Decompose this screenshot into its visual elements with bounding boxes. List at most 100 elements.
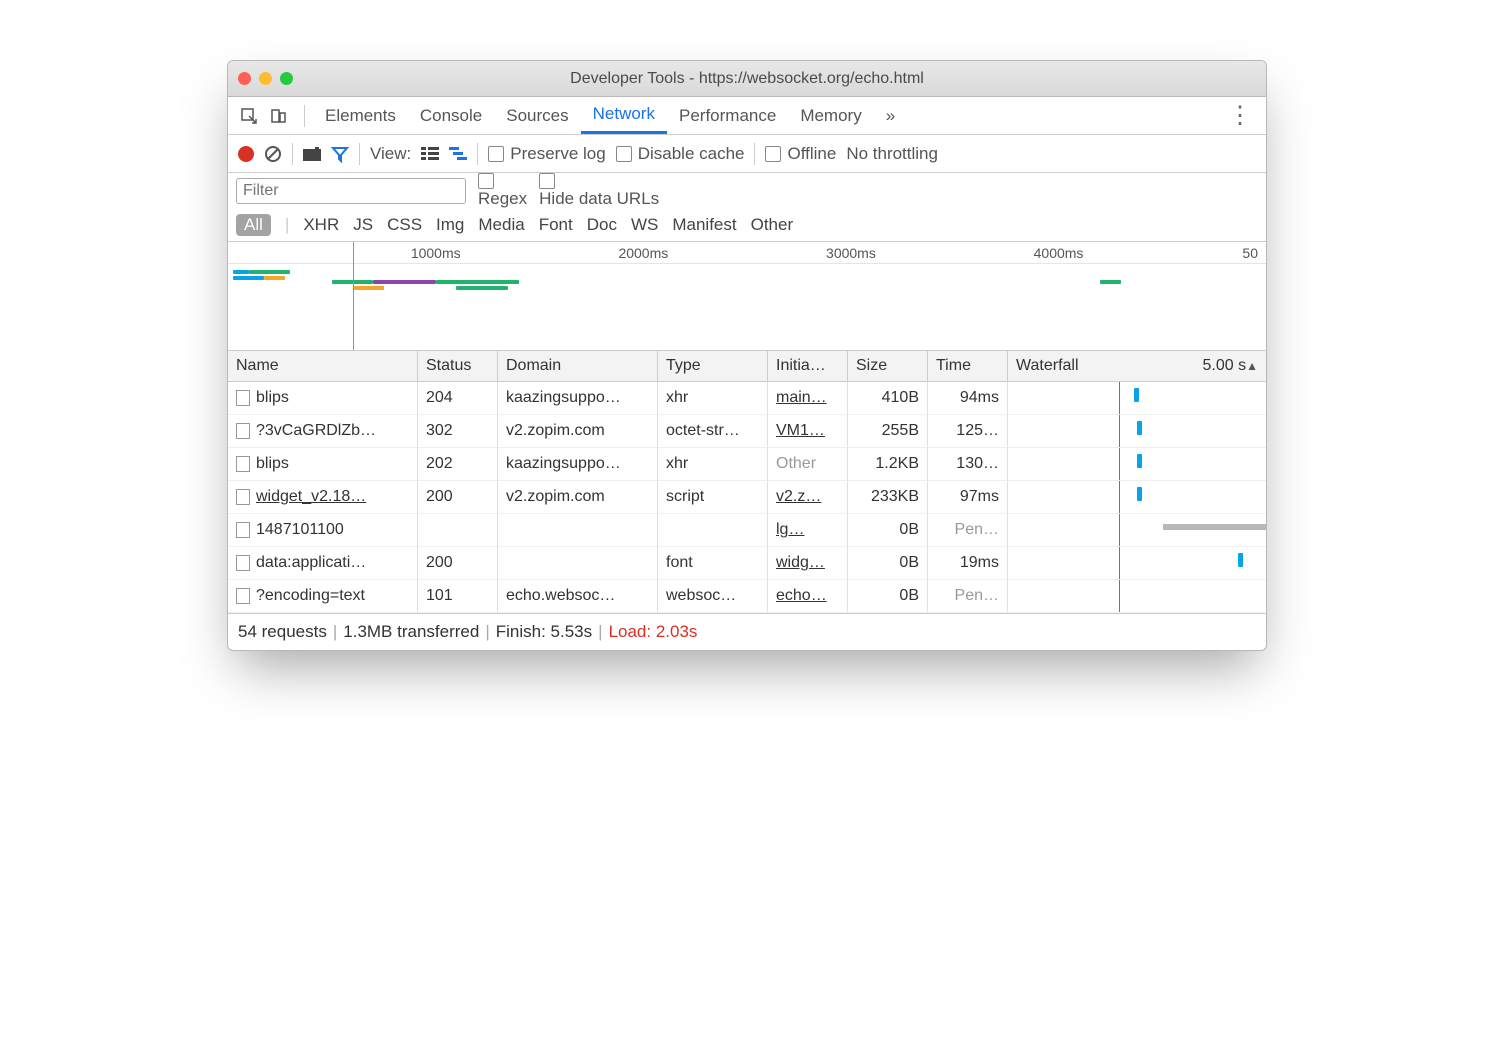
cell-initiator[interactable]: widg… (768, 547, 848, 580)
hide-data-urls-checkbox[interactable]: Hide data URLs (539, 173, 659, 209)
cell-status: 200 (418, 547, 498, 580)
checkbox-icon (488, 146, 504, 162)
device-toolbar-icon[interactable] (266, 103, 292, 129)
filter-doc[interactable]: Doc (587, 215, 617, 235)
cell-status (418, 514, 498, 547)
tab-network[interactable]: Network (581, 97, 667, 134)
cell-size: 1.2KB (848, 448, 928, 481)
offline-checkbox[interactable]: Offline (765, 144, 836, 164)
checkbox-icon (616, 146, 632, 162)
offline-label: Offline (787, 144, 836, 164)
type-filter-row: All | XHR JS CSS Img Media Font Doc WS M… (228, 209, 1266, 241)
filter-css[interactable]: CSS (387, 215, 422, 235)
col-domain[interactable]: Domain (498, 351, 658, 382)
filter-ws[interactable]: WS (631, 215, 658, 235)
filter-js[interactable]: JS (353, 215, 373, 235)
cell-domain: kaazingsuppo… (498, 448, 658, 481)
checkbox-icon (539, 173, 555, 189)
cell-time: 19ms (928, 547, 1008, 580)
titlebar: Developer Tools - https://websocket.org/… (228, 61, 1266, 97)
overview-playhead[interactable] (353, 242, 354, 350)
hide-data-urls-label: Hide data URLs (539, 189, 659, 208)
col-status[interactable]: Status (418, 351, 498, 382)
cell-name[interactable]: blips (228, 448, 418, 481)
cell-initiator[interactable]: main… (768, 382, 848, 415)
cell-name[interactable]: 1487101100 (228, 514, 418, 547)
cell-initiator[interactable]: echo… (768, 580, 848, 613)
timeline-overview[interactable]: 1000ms 2000ms 3000ms 4000ms 50 (228, 241, 1266, 351)
filter-other[interactable]: Other (751, 215, 794, 235)
disable-cache-checkbox[interactable]: Disable cache (616, 144, 745, 164)
cell-name[interactable]: widget_v2.18… (228, 481, 418, 514)
status-load: Load: 2.03s (609, 622, 698, 642)
col-time[interactable]: Time (928, 351, 1008, 382)
filter-icon[interactable] (331, 145, 349, 163)
record-icon[interactable] (238, 146, 254, 162)
col-type[interactable]: Type (658, 351, 768, 382)
filter-all[interactable]: All (236, 214, 271, 236)
tab-console[interactable]: Console (408, 97, 494, 134)
cell-time: 125… (928, 415, 1008, 448)
cell-type: octet-str… (658, 415, 768, 448)
clear-icon[interactable] (264, 145, 282, 163)
status-finish: Finish: 5.53s (496, 622, 592, 642)
file-icon (236, 456, 250, 472)
cell-waterfall (1008, 580, 1266, 613)
cell-initiator[interactable]: v2.z… (768, 481, 848, 514)
cell-status: 204 (418, 382, 498, 415)
filter-xhr[interactable]: XHR (303, 215, 339, 235)
filter-img[interactable]: Img (436, 215, 464, 235)
filter-input[interactable] (236, 178, 466, 204)
tab-overflow[interactable]: » (874, 97, 907, 134)
cell-size: 255B (848, 415, 928, 448)
filter-manifest[interactable]: Manifest (672, 215, 736, 235)
col-size[interactable]: Size (848, 351, 928, 382)
tab-performance[interactable]: Performance (667, 97, 788, 134)
cell-domain (498, 547, 658, 580)
filter-row: Regex Hide data URLs (228, 173, 1266, 209)
filter-font[interactable]: Font (539, 215, 573, 235)
view-waterfall-icon[interactable] (449, 145, 467, 163)
requests-table[interactable]: Name Status Domain Type Initia… Size Tim… (228, 351, 1266, 613)
cell-size: 233KB (848, 481, 928, 514)
inspect-element-icon[interactable] (236, 103, 262, 129)
view-label: View: (370, 144, 411, 164)
status-requests: 54 requests (238, 622, 327, 642)
col-initiator[interactable]: Initia… (768, 351, 848, 382)
cell-name[interactable]: blips (228, 382, 418, 415)
view-large-icon[interactable] (421, 145, 439, 163)
cell-name[interactable]: ?3vCaGRDlZb… (228, 415, 418, 448)
cell-initiator[interactable]: lg… (768, 514, 848, 547)
cell-name[interactable]: ?encoding=text (228, 580, 418, 613)
regex-checkbox[interactable]: Regex (478, 173, 527, 209)
cell-time: 130… (928, 448, 1008, 481)
kebab-menu-icon[interactable]: ⋮ (1222, 101, 1258, 130)
tab-memory[interactable]: Memory (788, 97, 873, 134)
cell-size: 0B (848, 547, 928, 580)
panel-tabbar: Elements Console Sources Network Perform… (228, 97, 1266, 135)
col-waterfall[interactable]: Waterfall 5.00 s▲ (1008, 351, 1266, 382)
file-icon (236, 489, 250, 505)
window-title: Developer Tools - https://websocket.org/… (228, 70, 1266, 88)
cell-type: script (658, 481, 768, 514)
col-name[interactable]: Name (228, 351, 418, 382)
file-icon (236, 555, 250, 571)
file-icon (236, 390, 250, 406)
tab-sources[interactable]: Sources (494, 97, 580, 134)
checkbox-icon (765, 146, 781, 162)
cell-initiator[interactable]: VM1… (768, 415, 848, 448)
cell-domain (498, 514, 658, 547)
tick-label: 50 (1242, 245, 1258, 261)
preserve-log-checkbox[interactable]: Preserve log (488, 144, 605, 164)
capture-screenshot-icon[interactable] (303, 145, 321, 163)
cell-initiator[interactable]: Other (768, 448, 848, 481)
cell-name[interactable]: data:applicati… (228, 547, 418, 580)
cell-waterfall (1008, 448, 1266, 481)
tick-label: 3000ms (826, 245, 876, 261)
filter-media[interactable]: Media (478, 215, 524, 235)
throttling-select[interactable]: No throttling (846, 144, 938, 164)
cell-type: xhr (658, 448, 768, 481)
cell-type: font (658, 547, 768, 580)
cell-waterfall (1008, 415, 1266, 448)
tab-elements[interactable]: Elements (313, 97, 408, 134)
